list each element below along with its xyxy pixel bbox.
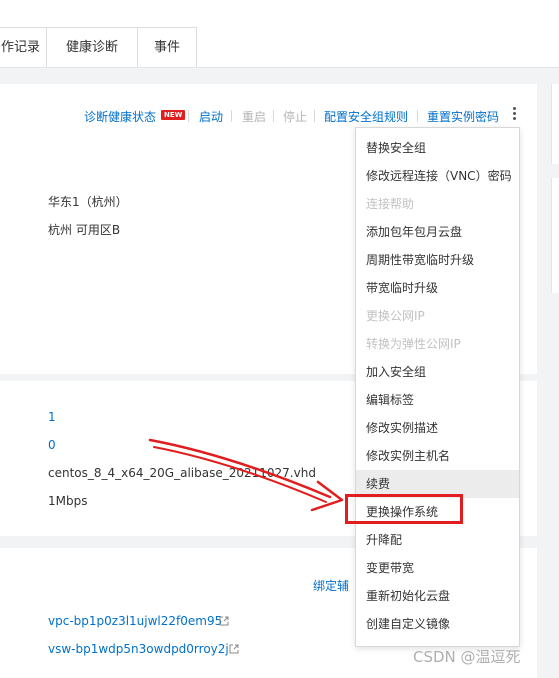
divider bbox=[231, 110, 232, 122]
image-value: centos_8_4_x64_20G_alibase_20211027.vhd bbox=[48, 466, 316, 480]
external-link-icon[interactable] bbox=[229, 644, 239, 654]
more-actions-menu: 替换安全组 修改远程连接（VNC）密码连接帮助添加包年包月云盘 周期性带宽临时升级带… bbox=[355, 127, 520, 647]
watermark: CSDN @温逗死 bbox=[413, 648, 521, 666]
menu-item[interactable]: 周期性带宽临时升级 bbox=[356, 246, 519, 274]
menu-item[interactable]: 升降配 bbox=[356, 526, 519, 554]
tab-operation-records[interactable]: 作记录 bbox=[0, 27, 47, 67]
bandwidth-value: 1Mbps bbox=[48, 494, 88, 508]
menu-item: 连接帮助 bbox=[366, 197, 415, 211]
menu-item[interactable]: 修改实例描述 bbox=[356, 414, 519, 442]
tab-events[interactable]: 事件 bbox=[137, 27, 197, 67]
start-link[interactable]: 启动 bbox=[199, 108, 223, 125]
vpc-link[interactable]: vpc-bp1p0z3l1ujwl22f0em95 bbox=[48, 614, 222, 628]
configure-security-rules-link[interactable]: 配置安全组规则 bbox=[324, 108, 408, 125]
vswitch-link[interactable]: vsw-bp1wdp5n3owdpd0rroy2j bbox=[48, 642, 229, 656]
external-link-icon[interactable] bbox=[219, 616, 229, 626]
menu-item[interactable]: 添加包年包月云盘 bbox=[356, 218, 519, 246]
restart-link: 重启 bbox=[242, 110, 267, 124]
divider bbox=[417, 110, 418, 122]
divider bbox=[314, 110, 315, 122]
diagnose-health-link[interactable]: 诊断健康状态 bbox=[84, 108, 156, 125]
bind-secondary-link[interactable]: 绑定辅 bbox=[313, 577, 349, 594]
highlight-annotation-box bbox=[345, 494, 463, 524]
divider bbox=[188, 110, 189, 122]
new-badge: NEW bbox=[161, 110, 186, 120]
stop-link: 停止 bbox=[283, 110, 308, 124]
region-value: 华东1（杭州） bbox=[48, 195, 128, 209]
count-link[interactable]: 1 bbox=[48, 410, 56, 424]
menu-item: 转换为弹性公网IP bbox=[366, 337, 461, 351]
divider bbox=[273, 110, 274, 122]
action-bar: 诊断健康状态 NEW 启动 重启 停止 配置安全组规则 重置实例密码 bbox=[0, 108, 559, 124]
reset-password-link[interactable]: 重置实例密码 bbox=[427, 108, 499, 125]
more-actions-icon[interactable] bbox=[511, 107, 517, 125]
menu-item[interactable]: 编辑标签 bbox=[356, 386, 519, 414]
menu-item: 更换公网IP bbox=[366, 309, 425, 323]
menu-item[interactable]: 替换安全组 bbox=[356, 134, 519, 162]
zone-value: 杭州 可用区B bbox=[48, 223, 121, 237]
count-link[interactable]: 0 bbox=[48, 438, 56, 452]
side-panel-edge bbox=[551, 178, 559, 293]
menu-item[interactable]: 加入安全组 bbox=[356, 358, 519, 386]
menu-item[interactable]: 修改远程连接（VNC）密码 bbox=[356, 162, 519, 190]
tab-health-diagnosis[interactable]: 健康诊断 bbox=[46, 27, 138, 67]
menu-item[interactable]: 修改实例主机名 bbox=[356, 442, 519, 470]
menu-item[interactable]: 变更带宽 bbox=[356, 554, 519, 582]
menu-item[interactable]: 创建自定义镜像 bbox=[356, 610, 519, 638]
menu-item[interactable]: 带宽临时升级 bbox=[356, 274, 519, 302]
side-panel-edge bbox=[551, 84, 559, 164]
tab-bar: 作记录 健康诊断 事件 bbox=[0, 0, 559, 68]
menu-item[interactable]: 重新初始化云盘 bbox=[356, 582, 519, 610]
